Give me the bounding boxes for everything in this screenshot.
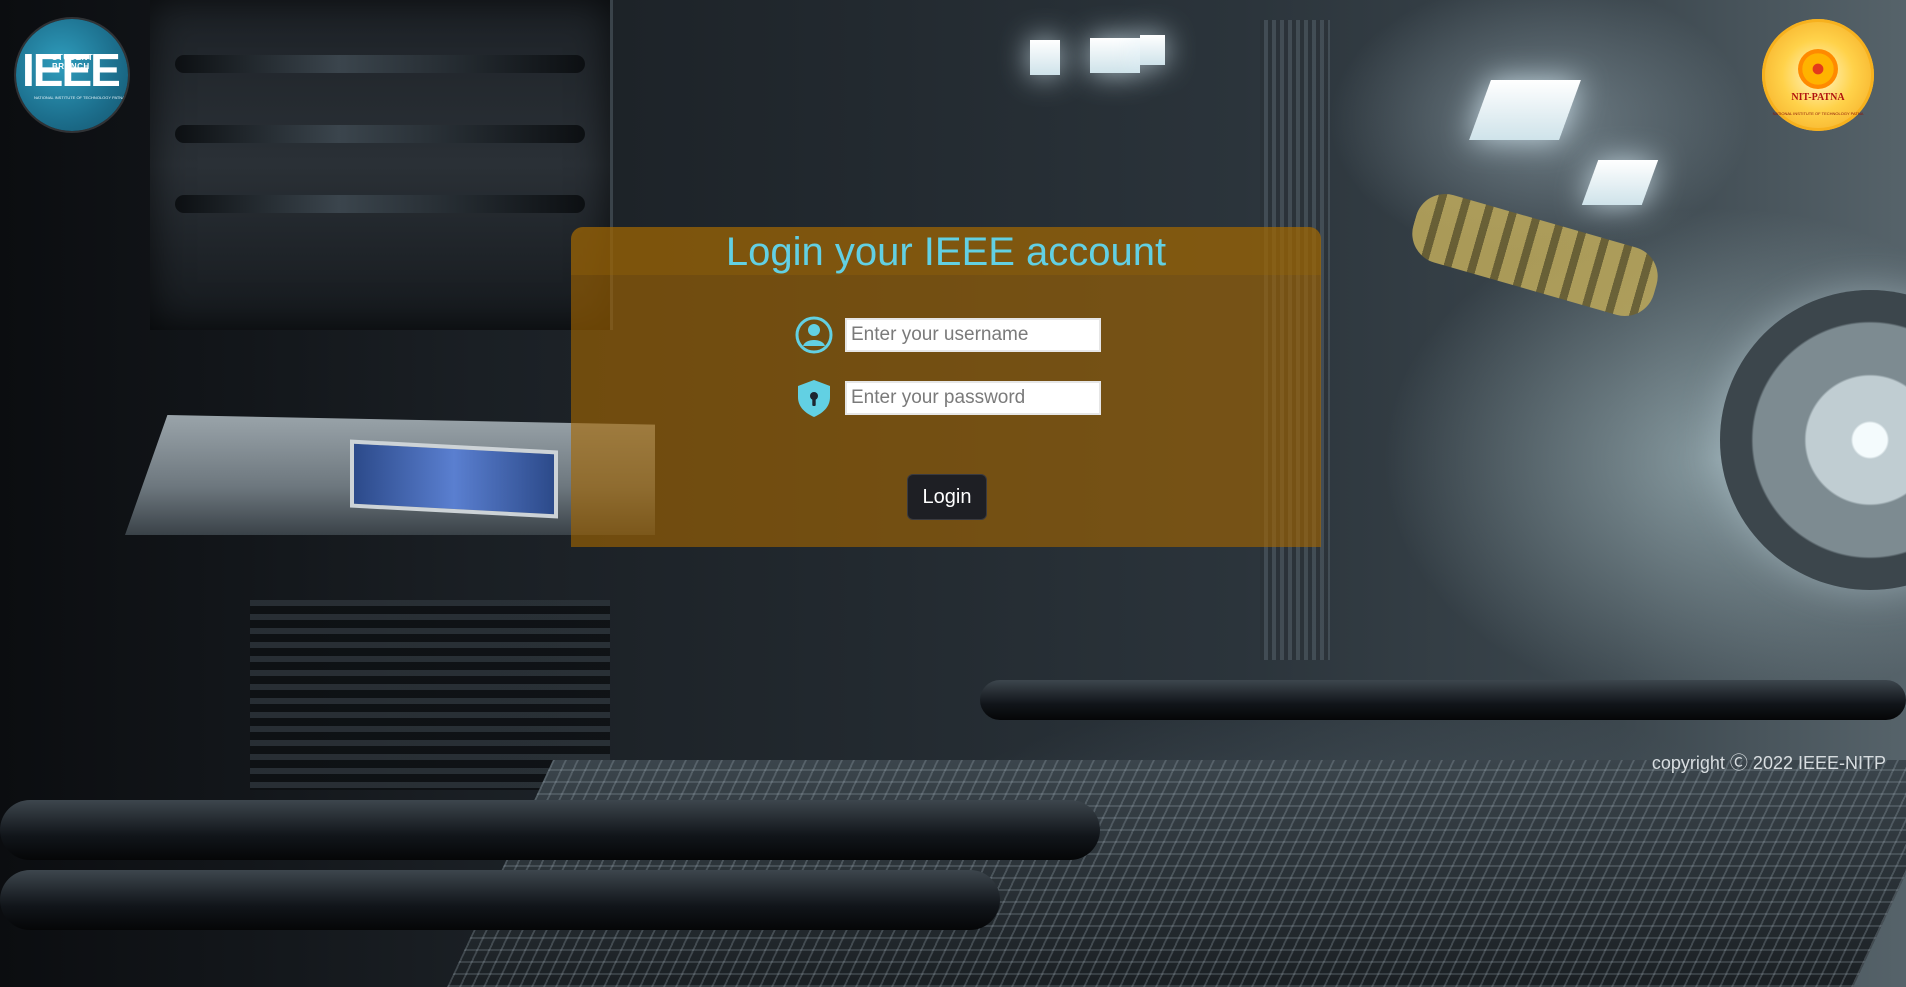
login-page: IEEE STUDENT BRANCH NATIONAL INSTITUTE O… [0,0,1906,987]
ieee-logo-subtitle: STUDENT BRANCH [52,53,94,71]
login-form: Login your IEEE account Login [571,227,1321,547]
password-row [794,379,1101,417]
password-input[interactable] [845,381,1101,415]
background-ceiling-light [1090,38,1140,73]
login-title: Login your IEEE account [725,230,1167,274]
nit-patna-logo-ring-text: NATIONAL INSTITUTE OF TECHNOLOGY PATNA [1772,111,1864,116]
background-ceiling-light [1140,35,1165,65]
background-server-rack [150,0,613,330]
background-cable [1405,186,1665,324]
login-button[interactable]: Login [907,474,987,520]
background-pipe [0,870,1000,930]
background-ceiling-light [1581,160,1659,205]
background-rack-slot [175,125,585,143]
background-rack-slot [175,55,585,73]
ieee-logo-tagline: NATIONAL INSTITUTE OF TECHNOLOGY PATNA [34,95,125,100]
background-rack-slot [175,195,585,213]
username-row [794,316,1101,354]
background-ceiling-light [1030,40,1060,75]
nit-patna-emblem-icon [1798,49,1838,89]
nit-patna-logo: NIT-PATNA NATIONAL INSTITUTE OF TECHNOLO… [1762,19,1874,131]
copyright-text: copyright Ⓒ 2022 IEEE-NITP [1651,753,1886,773]
ieee-student-branch-logo: IEEE STUDENT BRANCH NATIONAL INSTITUTE O… [16,19,128,131]
shield-lock-icon [794,378,834,418]
background-pipe [980,680,1906,720]
background-vault-door [1720,290,1906,590]
nit-patna-logo-name: NIT-PATNA [1791,92,1845,103]
background-pipe [0,800,1100,860]
background-ceiling-light [1469,80,1581,140]
background-console-screen [350,439,558,519]
username-input[interactable] [845,318,1101,352]
user-circle-icon [794,315,834,355]
